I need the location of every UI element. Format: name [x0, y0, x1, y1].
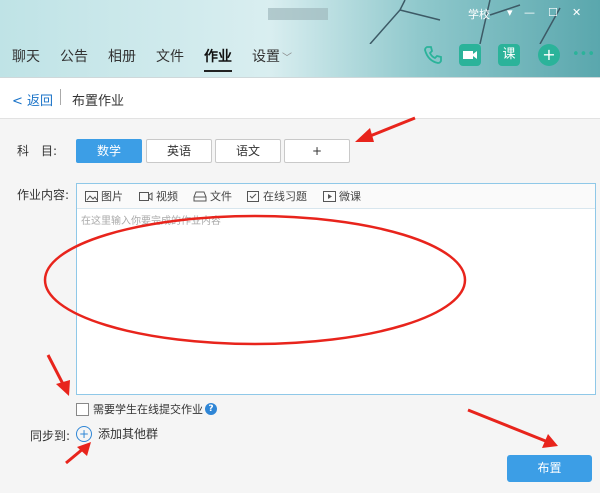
content-label: 作业内容:: [17, 188, 70, 202]
lesson-icon[interactable]: 课: [498, 44, 520, 66]
maximize-icon[interactable]: ☐: [548, 6, 558, 20]
chevron-left-icon: <: [12, 94, 23, 109]
play-icon: [323, 190, 336, 202]
app-header: 学校 ▾ — ☐ ✕ 聊天 公告 相册 文件 作业 设置 ﹀ 课 + •••: [0, 0, 600, 78]
image-icon: [85, 190, 98, 202]
divider: [60, 89, 61, 105]
minimize-icon[interactable]: —: [524, 6, 535, 20]
tab-notice[interactable]: 公告: [60, 44, 88, 70]
annotation-arrow-checkbox: [46, 354, 70, 396]
online-submit-label: 需要学生在线提交作业: [93, 403, 203, 416]
subject-chinese-button[interactable]: 语文: [215, 139, 281, 163]
file-tray-icon: [193, 191, 207, 201]
video-icon: [139, 191, 153, 201]
dropdown-icon[interactable]: ▾: [507, 6, 513, 20]
blurred-name: [268, 8, 328, 20]
more-icon[interactable]: •••: [572, 44, 598, 66]
add-group-label: 添加其他群: [98, 427, 159, 441]
tab-album[interactable]: 相册: [108, 44, 136, 70]
tab-files[interactable]: 文件: [156, 44, 184, 70]
online-submit-checkbox[interactable]: [76, 402, 89, 416]
annotation-arrow-addgroup: [65, 442, 91, 465]
annotation-arrow-subject: [355, 116, 416, 142]
tab-settings[interactable]: 设置 ﹀: [252, 44, 292, 70]
user-label[interactable]: 学校: [468, 6, 490, 21]
homework-editor[interactable]: 图片 视频 文件 在线习题 微课 在这里输入你要完成的作业内容: [76, 183, 596, 395]
add-icon[interactable]: +: [538, 44, 560, 66]
subject-label: 科 目:: [17, 144, 58, 158]
online-submit-row[interactable]: 需要学生在线提交作业 ?: [76, 401, 217, 417]
annotation-arrow-submit: [467, 408, 558, 448]
toolbar-image-button[interactable]: 图片: [85, 188, 123, 204]
chevron-down-icon: ﹀: [282, 53, 292, 64]
toolbar-microlesson-button[interactable]: 微课: [323, 188, 361, 204]
back-button[interactable]: < 返回: [12, 90, 53, 109]
checkbox-edit-icon: [247, 190, 259, 202]
tab-chat[interactable]: 聊天: [12, 44, 40, 70]
help-icon[interactable]: ?: [205, 403, 217, 415]
sync-label: 同步到:: [30, 429, 71, 443]
subject-math-button[interactable]: 数学: [76, 139, 142, 163]
toolbar-video-button[interactable]: 视频: [139, 188, 178, 204]
subject-english-button[interactable]: 英语: [146, 139, 212, 163]
editor-toolbar: 图片 视频 文件 在线习题 微课: [77, 184, 595, 209]
add-circle-icon: +: [76, 425, 92, 442]
tab-homework[interactable]: 作业: [204, 44, 232, 72]
add-group-button[interactable]: + 添加其他群: [76, 425, 158, 442]
phone-icon[interactable]: [422, 44, 444, 66]
page-title: 布置作业: [72, 94, 125, 109]
toolbar-file-button[interactable]: 文件: [193, 188, 232, 204]
nav-tabs: 聊天 公告 相册 文件 作业 设置 ﹀: [0, 44, 300, 74]
close-icon[interactable]: ✕: [572, 6, 581, 20]
submit-button[interactable]: 布置: [507, 455, 592, 482]
branch-decoration-icon: [369, 0, 561, 44]
add-subject-button[interactable]: +: [284, 139, 350, 163]
content-placeholder: 在这里输入你要完成的作业内容: [81, 216, 221, 227]
toolbar-exercise-button[interactable]: 在线习题: [247, 188, 307, 204]
video-call-icon[interactable]: [459, 44, 481, 66]
sub-header: < 返回 布置作业: [0, 78, 600, 119]
